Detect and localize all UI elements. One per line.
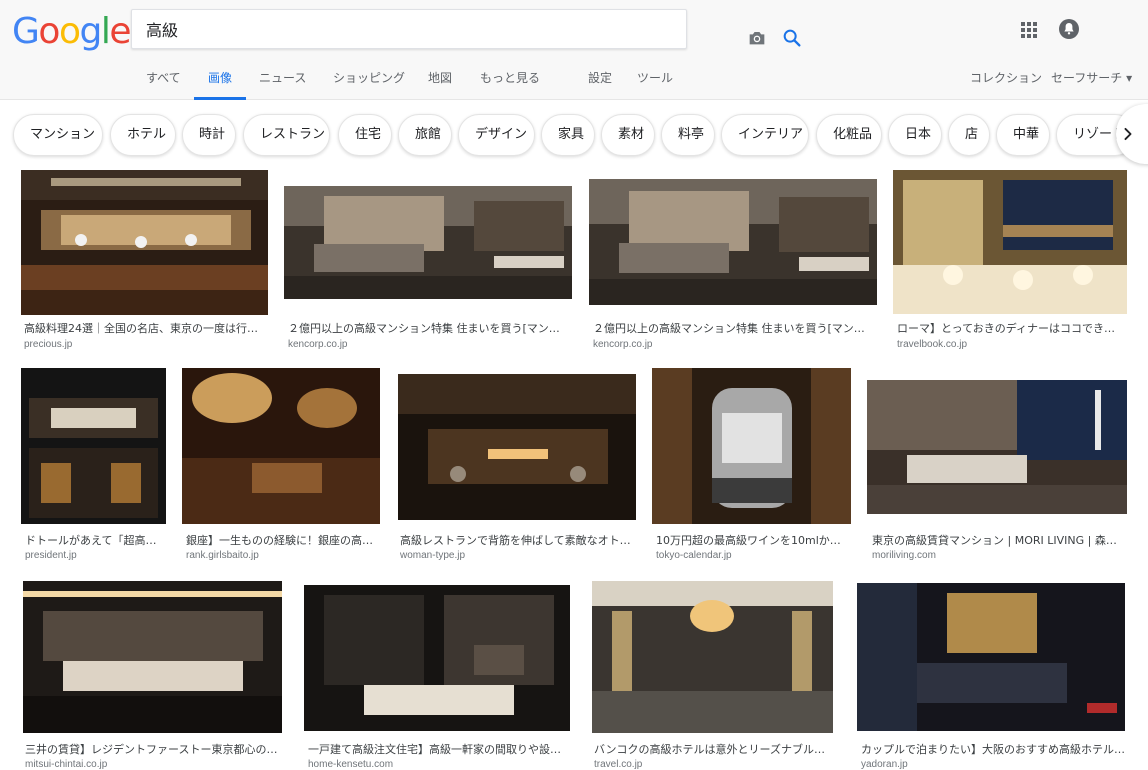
result-domain: kencorp.co.jp (288, 339, 348, 350)
result-caption[interactable]: ドトールがあえて「超高… (25, 532, 165, 548)
logo-letter: e (109, 11, 131, 52)
result-domain: yadoran.jp (861, 759, 908, 770)
result-thumbnail[interactable] (589, 179, 877, 305)
chip[interactable]: 化粧品 (816, 114, 882, 156)
result-caption[interactable]: 高級レストランで背筋を伸ばして素敵なオト… (400, 532, 632, 548)
tab-news[interactable]: ニュース (259, 62, 306, 100)
logo-letter: g (79, 11, 102, 52)
tab-maps[interactable]: 地図 (428, 62, 452, 100)
search-box (131, 9, 801, 49)
chips-next-button[interactable] (1116, 104, 1148, 164)
result-thumbnail[interactable] (304, 585, 570, 731)
result-thumbnail[interactable] (652, 368, 851, 524)
result-domain: rank.girlsbaito.jp (186, 550, 259, 561)
collections-link[interactable]: コレクション (970, 62, 1042, 100)
chip[interactable]: 素材 (601, 114, 655, 156)
result-thumbnail[interactable] (857, 583, 1125, 731)
result-domain: mitsui-chintai.co.jp (25, 759, 108, 770)
result-thumbnail[interactable] (21, 368, 166, 524)
image-result[interactable]: 東京の高級賃貸マンション | MORI LIVING | 森ビ… moriliv… (867, 368, 1127, 564)
chip[interactable]: 時計 (182, 114, 236, 156)
result-caption[interactable]: ローマ】とっておきのディナーはココできま… (897, 320, 1125, 336)
tab-tools[interactable]: ツール (637, 62, 673, 100)
result-domain: home-kensetu.com (308, 759, 394, 770)
chip[interactable]: インテリア (721, 114, 809, 156)
result-caption[interactable]: 高級料理24選｜全国の名店、東京の一度は行き… (24, 320, 268, 336)
logo-letter: o (58, 11, 81, 52)
related-search-chips: マンション ホテル 時計 レストラン 住宅 旅館 デザイン 家具 素材 料亭 イ… (0, 100, 1148, 166)
result-thumbnail[interactable] (398, 374, 636, 520)
camera-icon[interactable] (746, 27, 768, 49)
result-caption[interactable]: ２億円以上の高級マンション特集 住まいを買う[マンシ… (593, 320, 875, 336)
image-result[interactable]: 一戸建て高級注文住宅】高級一軒家の間取りや設計… home-kensetu.co… (304, 581, 570, 770)
result-thumbnail[interactable] (893, 170, 1127, 314)
image-result[interactable]: ローマ】とっておきのディナーはココできま… travelbook.co.jp (893, 170, 1127, 355)
result-thumbnail[interactable] (284, 186, 572, 299)
image-result[interactable]: 10万円超の最高級ワインを10mlから… tokyo-calendar.jp (652, 368, 851, 564)
header-bar: Google すべて 画像 ニュース ショッピング 地図 もっと見る 設定 (0, 0, 1148, 100)
result-domain: travel.co.jp (594, 759, 643, 770)
chip[interactable]: 日本 (888, 114, 942, 156)
chip[interactable]: 住宅 (338, 114, 392, 156)
image-result[interactable]: バンコクの高級ホテルは意外とリーズナブル！… travel.co.jp (590, 581, 835, 770)
image-result[interactable]: ドトールがあえて「超高… president.jp (21, 368, 166, 564)
result-caption[interactable]: カップルで泊まりたい】大阪のおすすめ高級ホテル1… (861, 741, 1126, 757)
result-caption[interactable]: ２億円以上の高級マンション特集 住まいを買う[マンシ… (288, 320, 570, 336)
result-thumbnail[interactable] (21, 170, 268, 315)
chip[interactable]: 家具 (541, 114, 595, 156)
chip[interactable]: 旅館 (398, 114, 452, 156)
result-domain: travelbook.co.jp (897, 339, 968, 350)
result-caption[interactable]: 東京の高級賃貸マンション | MORI LIVING | 森ビ… (872, 532, 1126, 548)
image-result[interactable]: ２億円以上の高級マンション特集 住まいを買う[マンシ… kencorp.co.j… (284, 170, 572, 355)
result-domain: kencorp.co.jp (593, 339, 653, 350)
safesearch-dropdown[interactable]: セーフサーチ ▾ (1051, 62, 1132, 100)
tab-more[interactable]: もっと見る (480, 62, 540, 100)
result-thumbnail[interactable] (182, 368, 380, 524)
result-caption[interactable]: 銀座】一生ものの経験に！銀座の高… (186, 532, 378, 548)
chip[interactable]: デザイン (458, 114, 535, 156)
result-thumbnail[interactable] (592, 581, 833, 733)
result-caption[interactable]: 10万円超の最高級ワインを10mlから… (656, 532, 848, 548)
result-thumbnail[interactable] (867, 380, 1127, 514)
result-domain: woman-type.jp (400, 550, 466, 561)
image-result[interactable]: 高級料理24選｜全国の名店、東京の一度は行き… precious.jp (21, 170, 268, 355)
tab-settings[interactable]: 設定 (588, 62, 612, 100)
tab-images[interactable]: 画像 (194, 62, 246, 100)
result-domain: tokyo-calendar.jp (656, 550, 732, 561)
result-caption[interactable]: バンコクの高級ホテルは意外とリーズナブル！… (594, 741, 832, 757)
chip[interactable]: 店 (948, 114, 990, 156)
image-result[interactable]: ２億円以上の高級マンション特集 住まいを買う[マンシ… kencorp.co.j… (589, 170, 877, 355)
chip[interactable]: レストラン (243, 114, 330, 156)
result-domain: moriliving.com (872, 550, 936, 561)
chip[interactable]: ホテル (110, 114, 176, 156)
result-caption[interactable]: 一戸建て高級注文住宅】高級一軒家の間取りや設計… (308, 741, 570, 757)
result-caption[interactable]: 三井の賃貸】レジデントファーストー東京都心の高… (25, 741, 281, 757)
image-result[interactable]: 銀座】一生ものの経験に！銀座の高… rank.girlsbaito.jp (182, 368, 380, 564)
image-result[interactable]: 三井の賃貸】レジデントファーストー東京都心の高… mitsui-chintai.… (21, 581, 283, 770)
chip[interactable]: マンション (13, 114, 103, 156)
image-result[interactable]: カップルで泊まりたい】大阪のおすすめ高級ホテル1… yadoran.jp (857, 581, 1127, 770)
result-thumbnail[interactable] (23, 581, 282, 733)
google-logo[interactable]: Google (12, 10, 131, 54)
chip[interactable]: 料亭 (661, 114, 715, 156)
chevron-right-icon (1124, 127, 1132, 141)
result-domain: president.jp (25, 550, 77, 561)
tab-shopping[interactable]: ショッピング (333, 62, 405, 100)
apps-grid-icon[interactable] (1020, 21, 1038, 39)
logo-letter: G (12, 11, 40, 52)
search-icon[interactable] (781, 27, 803, 49)
image-result[interactable]: 高級レストランで背筋を伸ばして素敵なオト… woman-type.jp (396, 368, 636, 564)
result-domain: precious.jp (24, 339, 73, 350)
search-input[interactable] (146, 10, 606, 48)
logo-letter: o (38, 11, 60, 52)
chip[interactable]: 中華 (996, 114, 1050, 156)
tab-all[interactable]: すべて (146, 62, 181, 100)
account-icon[interactable] (1058, 18, 1080, 40)
